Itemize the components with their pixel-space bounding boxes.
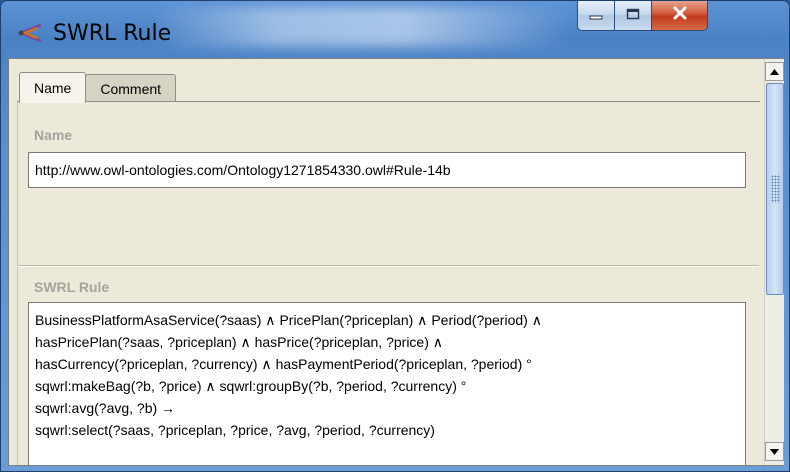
maximize-button[interactable] [615, 1, 652, 31]
swrl-app-icon[interactable] [16, 23, 43, 43]
minimize-icon [589, 7, 603, 25]
rule-line: BusinessPlatformAsaService(?saas) ∧ Pric… [35, 312, 542, 328]
title-bar[interactable]: SWRL Rule [1, 1, 789, 59]
name-label: Name [34, 127, 73, 143]
section-divider [17, 265, 759, 267]
vertical-scrollbar[interactable] [764, 59, 784, 465]
scrollbar-thumb[interactable] [766, 83, 784, 295]
tab-name[interactable]: Name [19, 72, 87, 103]
rule-line: sqwrl:select(?saas, ?priceplan, ?price, … [35, 422, 435, 438]
swrl-rule-label: SWRL Rule [34, 279, 110, 295]
close-button[interactable] [652, 1, 708, 31]
maximize-icon [626, 7, 640, 25]
window-title: SWRL Rule [53, 21, 172, 46]
title-glare [151, 7, 571, 47]
scroll-down-button[interactable] [765, 442, 784, 461]
tab-comment[interactable]: Comment [85, 74, 177, 102]
swrl-rule-window: SWRL Rule Name Comment Name http://www.o… [0, 0, 790, 472]
rule-line: sqwrl:makeBag(?b, ?price) ∧ sqwrl:groupB… [35, 378, 467, 394]
scroll-up-arrow-icon [770, 67, 779, 77]
rule-line: hasCurrency(?priceplan, ?currency) ∧ has… [35, 356, 532, 372]
name-field[interactable]: http://www.owl-ontologies.com/Ontology12… [28, 152, 746, 188]
scrollbar-grip [771, 175, 780, 203]
rule-line: hasPricePlan(?saas, ?priceplan) ∧ hasPri… [35, 334, 444, 350]
scroll-up-button[interactable] [765, 62, 784, 81]
caption-buttons [577, 1, 708, 31]
close-icon [672, 6, 688, 25]
swrl-rule-text-area[interactable]: BusinessPlatformAsaService(?saas) ∧ Pric… [28, 302, 746, 465]
minimize-button[interactable] [577, 1, 615, 31]
scroll-down-arrow-icon [770, 447, 779, 457]
tab-strip: Name Comment [19, 72, 177, 103]
dialog-content: Name Comment Name http://www.owl-ontolog… [8, 58, 784, 466]
rule-panel: Name Comment Name http://www.owl-ontolog… [9, 59, 764, 465]
rule-line: sqwrl:avg(?avg, ?b) → [35, 400, 176, 416]
